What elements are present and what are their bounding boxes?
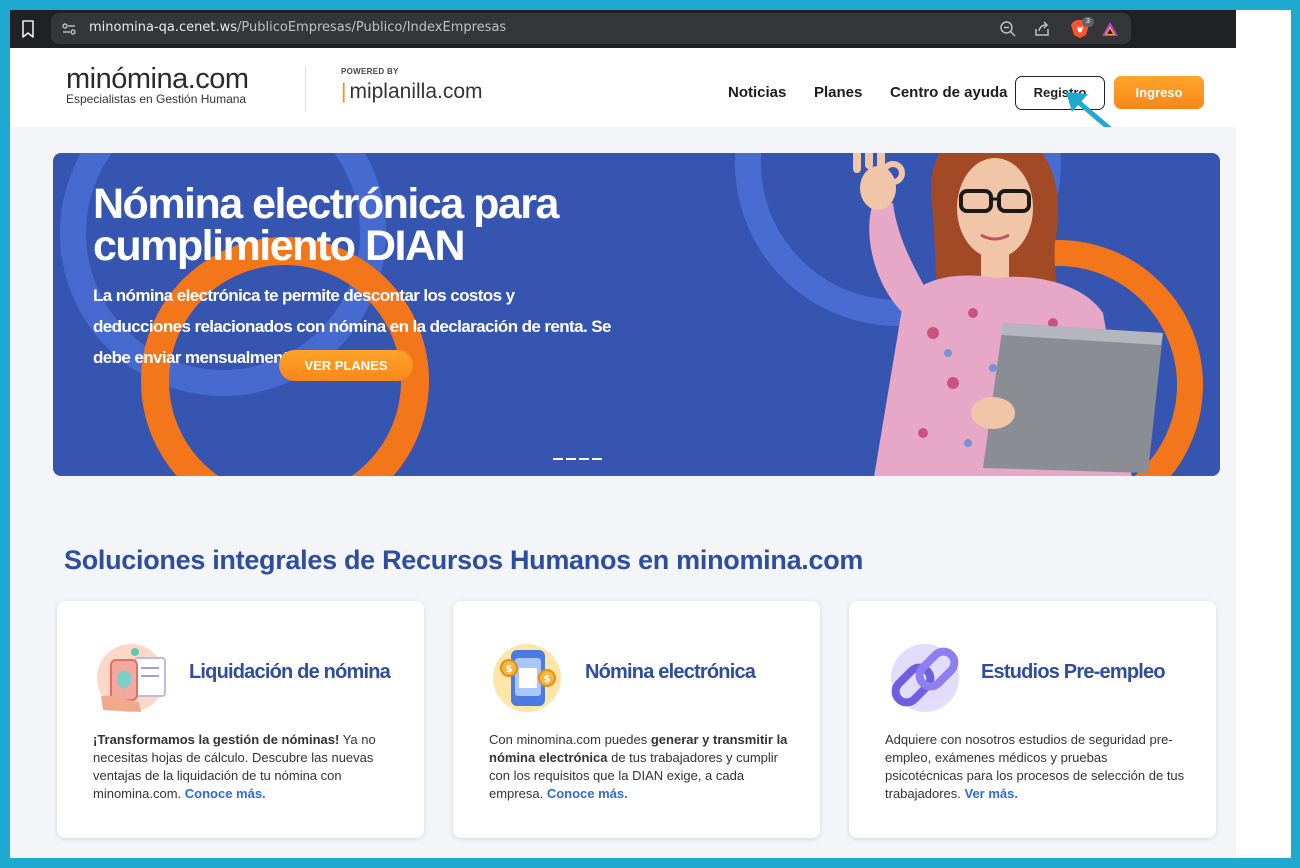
zoom-out-icon[interactable] xyxy=(999,20,1017,38)
card-text: ¡Transformamos la gestión de nóminas! Ya… xyxy=(93,731,393,803)
nav-centro-de-ayuda[interactable]: Centro de ayuda xyxy=(890,84,1008,101)
card-bold-text: ¡Transformamos la gestión de nóminas! xyxy=(93,732,340,747)
card-text: Con minomina.com puedes generar y transm… xyxy=(489,731,789,803)
carousel-dot[interactable] xyxy=(553,458,563,460)
carousel-dot[interactable] xyxy=(566,458,576,460)
page-frame: minomina-qa.cenet.ws/PublicoEmpresas/Pub… xyxy=(10,10,1291,858)
carousel-dot[interactable] xyxy=(592,458,602,460)
hero-banner: Nómina electrónica para cumplimiento DIA… xyxy=(53,153,1220,476)
miplanilla-bar-mark: | xyxy=(341,80,347,103)
logo-tagline: Especialistas en Gestión Humana xyxy=(66,92,247,106)
svg-text:$: $ xyxy=(506,664,513,675)
chain-link-icon xyxy=(891,644,959,712)
url-path: /PublicoEmpresas/Publico/IndexEmpresas xyxy=(237,20,507,35)
powered-by-label: POWERED BY xyxy=(341,67,399,76)
card-liquidacion: Liquidación de nómina ¡Transformamos la … xyxy=(57,601,424,838)
conoce-mas-link[interactable]: Conoce más. xyxy=(547,786,628,801)
svg-text:$: $ xyxy=(544,674,551,685)
logo-divider xyxy=(305,66,306,112)
card-nomina-electronica: $ $ Nómina electrónica Con minomina.com … xyxy=(453,601,820,838)
section-title: Soluciones integrales de Recursos Humano… xyxy=(64,545,864,575)
card-text: Adquiere con nosotros estudios de seguri… xyxy=(885,731,1185,803)
brave-rewards-icon[interactable] xyxy=(1101,20,1119,38)
hero-title: Nómina electrónica para cumplimiento DIA… xyxy=(93,180,559,270)
card-pre: Con minomina.com puedes xyxy=(489,732,651,747)
brave-badge: 3 xyxy=(1082,17,1094,27)
card-title: Liquidación de nómina xyxy=(189,661,391,683)
nav-noticias[interactable]: Noticias xyxy=(728,84,786,101)
site-settings-icon[interactable] xyxy=(61,21,77,37)
address-bar[interactable]: minomina-qa.cenet.ws/PublicoEmpresas/Pub… xyxy=(51,13,1131,44)
ver-planes-button[interactable]: VER PLANES xyxy=(279,350,413,381)
card-body: Adquiere con nosotros estudios de seguri… xyxy=(885,732,1185,801)
url-text[interactable]: minomina-qa.cenet.ws/PublicoEmpresas/Pub… xyxy=(89,20,506,35)
main-content: Nómina electrónica para cumplimiento DIA… xyxy=(10,127,1236,858)
ver-mas-link[interactable]: Ver más. xyxy=(965,786,1019,801)
share-icon[interactable] xyxy=(1033,20,1051,38)
miplanilla-logo[interactable]: | miplanilla.com xyxy=(341,80,483,104)
card-title: Nómina electrónica xyxy=(585,661,756,683)
miplanilla-text: miplanilla.com xyxy=(349,80,483,103)
logo-text: minómina.com xyxy=(66,63,249,95)
site-header: minómina.com Especialistas en Gestión Hu… xyxy=(10,48,1236,127)
carousel-indicators xyxy=(553,458,605,462)
carousel-dot[interactable] xyxy=(579,458,589,460)
card-title: Estudios Pre-empleo xyxy=(981,661,1166,683)
minomina-logo[interactable]: minómina.com Especialistas en Gestión Hu… xyxy=(66,64,249,105)
nav-planes[interactable]: Planes xyxy=(814,84,862,101)
card-estudios-pre-empleo: Estudios Pre-empleo Adquiere con nosotro… xyxy=(849,601,1216,838)
woman-photo xyxy=(853,153,1163,476)
browser-toolbar: minomina-qa.cenet.ws/PublicoEmpresas/Pub… xyxy=(10,10,1236,48)
phone-coins-icon: $ $ xyxy=(493,644,561,712)
url-host: minomina-qa.cenet.ws xyxy=(89,20,238,35)
conoce-mas-link[interactable]: Conoce más. xyxy=(185,786,266,801)
bookmark-icon[interactable] xyxy=(20,19,36,39)
payroll-hand-icon xyxy=(97,644,166,712)
